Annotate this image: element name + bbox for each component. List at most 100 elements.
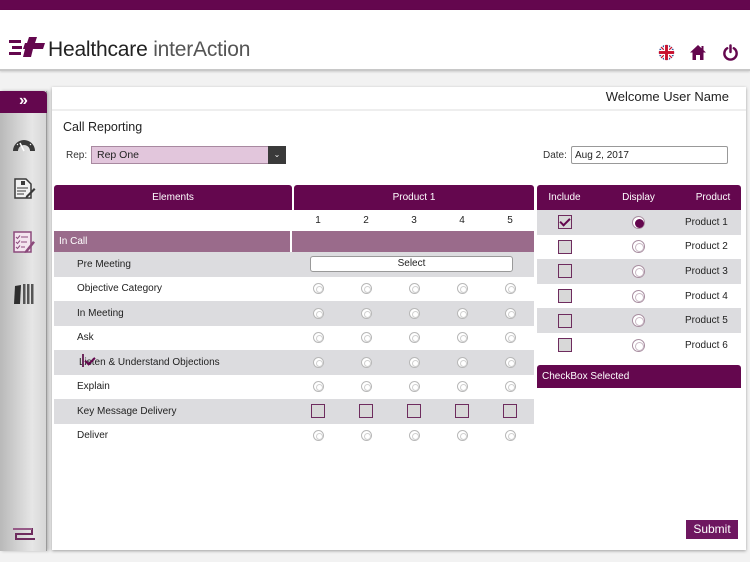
table-row: Pre Meeting Select — [54, 252, 534, 277]
include-checkbox[interactable] — [557, 338, 572, 353]
rating-radio[interactable] — [312, 430, 324, 442]
logo: Healthcare interAction — [9, 37, 250, 62]
date-field[interactable] — [571, 146, 728, 164]
rating-radio[interactable] — [456, 283, 468, 295]
page-title: Call Reporting — [63, 120, 143, 134]
display-radio[interactable] — [632, 240, 645, 254]
dashboard-gauge-icon[interactable] — [11, 132, 37, 158]
rating-radio[interactable] — [360, 430, 372, 442]
display-header: Display — [622, 192, 655, 203]
section-label: In Call — [54, 231, 292, 252]
rating-radio[interactable] — [504, 381, 516, 393]
rating-checkbox[interactable] — [407, 404, 421, 419]
row-label: In Meeting — [77, 307, 124, 319]
include-checkbox[interactable] — [557, 264, 572, 279]
product-row: Product 2 — [537, 235, 741, 260]
row-checkbox[interactable] — [82, 353, 84, 367]
rating-radio[interactable] — [312, 332, 324, 344]
row-label: Objective Category — [77, 283, 163, 295]
product-row: Product 1 — [537, 210, 741, 235]
call-report-checklist-icon[interactable] — [11, 229, 37, 255]
include-checkbox[interactable] — [557, 239, 572, 254]
display-radio[interactable] — [632, 289, 645, 303]
rating-radio[interactable] — [456, 332, 468, 344]
select-button[interactable]: Select — [310, 256, 513, 273]
elements-grid: Elements Product 1 1 2 3 4 5 In Call Pre… — [54, 185, 534, 448]
document-edit-icon[interactable] — [11, 175, 37, 201]
home-icon[interactable] — [688, 42, 708, 62]
submit-button[interactable]: Submit — [686, 520, 738, 539]
app-title: Healthcare interAction — [48, 38, 250, 62]
section-header-in-call: In Call — [54, 231, 534, 252]
table-row: Deliver — [54, 424, 534, 449]
row-label: Listen & Understand Objections — [79, 356, 220, 368]
rating-radio[interactable] — [456, 381, 468, 393]
product-name: Product 6 — [685, 339, 728, 351]
product-row: Product 6 — [537, 333, 741, 358]
menu-lines-icon[interactable] — [11, 521, 37, 547]
rep-select-value: Rep One — [97, 149, 140, 161]
uk-flag-icon[interactable] — [656, 42, 676, 62]
display-radio[interactable] — [632, 264, 645, 278]
rating-radio[interactable] — [408, 332, 420, 344]
rating-radio[interactable] — [504, 307, 516, 319]
product-row: Product 5 — [537, 308, 741, 333]
include-checkbox[interactable] — [557, 313, 572, 328]
rating-radio[interactable] — [360, 307, 372, 319]
rating-radio[interactable] — [504, 356, 516, 368]
include-header: Include — [548, 192, 581, 203]
rating-radio[interactable] — [456, 307, 468, 319]
include-checkbox[interactable] — [557, 215, 572, 230]
rating-radio[interactable] — [360, 332, 372, 344]
brand-name: Healthcare — [48, 37, 148, 61]
rating-radio[interactable] — [504, 332, 516, 344]
rating-radio[interactable] — [408, 430, 420, 442]
column-number: 2 — [363, 215, 369, 226]
app-header: Healthcare interAction — [0, 10, 750, 71]
table-row: Key Message Delivery — [54, 399, 534, 424]
rating-radio[interactable] — [504, 430, 516, 442]
display-radio[interactable] — [632, 314, 645, 328]
rating-radio[interactable] — [504, 283, 516, 295]
sidebar-expand-button[interactable]: » — [0, 91, 47, 113]
display-radio[interactable] — [632, 338, 645, 352]
rating-checkbox[interactable] — [455, 404, 469, 419]
divider — [52, 109, 746, 111]
rating-radio[interactable] — [312, 307, 324, 319]
library-books-icon[interactable] — [11, 281, 37, 307]
rating-radio[interactable] — [360, 283, 372, 295]
row-label: Pre Meeting — [77, 258, 131, 270]
rating-radio[interactable] — [360, 356, 372, 368]
rating-checkbox[interactable] — [503, 404, 517, 419]
display-radio[interactable] — [632, 215, 645, 229]
product-name: Product 3 — [685, 265, 728, 277]
power-icon[interactable] — [720, 42, 740, 62]
column-number: 1 — [315, 215, 321, 226]
welcome-text: Welcome User Name — [605, 89, 729, 104]
include-checkbox[interactable] — [557, 289, 572, 304]
rating-radio[interactable] — [408, 381, 420, 393]
rep-label: Rep: — [66, 150, 88, 161]
rating-checkbox[interactable] — [311, 404, 325, 419]
rating-radio[interactable] — [408, 307, 420, 319]
product-col-header: Product — [695, 192, 731, 203]
brand-name-light: interAction — [153, 37, 251, 61]
product-row: Product 4 — [537, 284, 741, 309]
rating-radio[interactable] — [360, 381, 372, 393]
table-row: In Meeting — [54, 301, 534, 326]
chevron-down-icon[interactable]: ⌄ — [268, 146, 286, 164]
rep-select[interactable]: Rep One ⌄ — [91, 146, 286, 164]
row-label: Explain — [77, 381, 110, 393]
rating-radio[interactable] — [408, 356, 420, 368]
rating-radio[interactable] — [312, 381, 324, 393]
rating-radio[interactable] — [456, 430, 468, 442]
rating-radio[interactable] — [312, 283, 324, 295]
rating-radio[interactable] — [456, 356, 468, 368]
rating-radio[interactable] — [408, 283, 420, 295]
table-row: Objective Category — [54, 277, 534, 302]
row-label: Ask — [77, 332, 94, 344]
rating-radio[interactable] — [312, 356, 324, 368]
rating-checkbox[interactable] — [359, 404, 373, 419]
date-label: Date: — [543, 150, 567, 161]
sidebar: » — [0, 91, 47, 551]
